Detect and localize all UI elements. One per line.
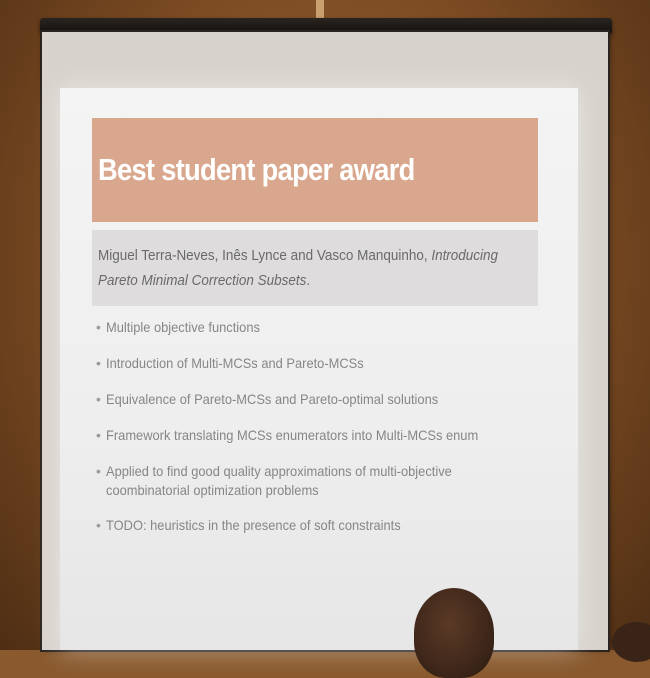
bullet-text: TODO: heuristics in the presence of soft… [106, 517, 401, 533]
bullet-text: Introduction of Multi-MCSs and Pareto-MC… [106, 355, 364, 371]
audience-head [414, 588, 494, 678]
bullet-text: Equivalence of Pareto-MCSs and Pareto-op… [106, 391, 439, 407]
bullet-item: • TODO: heuristics in the presence of sof… [96, 516, 536, 535]
bullet-dot-icon: • [96, 427, 101, 443]
audience-head [612, 622, 650, 662]
title-band: Best student paper award [92, 118, 538, 222]
bullet-dot-icon: • [96, 391, 101, 407]
authors-band: Miguel Terra-Neves, Inês Lynce and Vasco… [92, 230, 538, 306]
screen-hook [316, 0, 324, 20]
bullet-text: Multiple objective functions [106, 319, 260, 335]
slide-title: Best student paper award [98, 152, 415, 187]
bullet-list: • Multiple objective functions • Introduct… [96, 318, 536, 552]
presentation-slide: Best student paper award Miguel Terra-Ne… [60, 88, 578, 650]
bullet-item: • Equivalence of Pareto-MCSs and Pareto-o… [96, 390, 536, 409]
bullet-dot-icon: • [96, 517, 101, 533]
bullet-text: Framework translating MCSs enumerators i… [106, 427, 479, 443]
bullet-dot-icon: • [96, 319, 101, 335]
bullet-dot-icon: • [96, 463, 101, 479]
author-names: Miguel Terra-Neves, Inês Lynce and Vasco… [98, 248, 432, 264]
bullet-dot-icon: • [96, 355, 101, 371]
bullet-item: • Introduction of Multi-MCSs and Pareto-M… [96, 354, 536, 373]
citation-end: . [306, 273, 311, 289]
bullet-item: • Multiple objective functions [96, 318, 536, 337]
bullet-text: Applied to find good quality approximati… [106, 463, 452, 498]
bullet-item: • Framework translating MCSs enumerators … [96, 426, 536, 445]
authors-citation: Miguel Terra-Neves, Inês Lynce and Vasco… [98, 244, 507, 294]
bullet-item: • Applied to find good quality approximat… [96, 462, 536, 500]
